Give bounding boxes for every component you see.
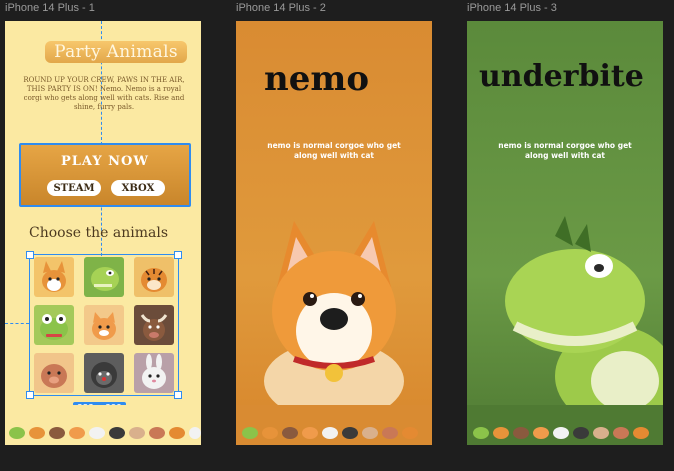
cat-icon[interactable] (84, 305, 124, 345)
selection-handle[interactable] (26, 391, 34, 399)
dino-icon[interactable] (84, 257, 124, 297)
pig-icon[interactable] (34, 353, 74, 393)
guide-horizontal (5, 323, 29, 324)
xbox-button[interactable]: XBOX (111, 180, 165, 196)
frame-home[interactable]: Party Animals ROUND UP YOUR CREW, PAWS I… (5, 21, 201, 445)
bunny-icon[interactable] (134, 353, 174, 393)
animal-strip (467, 405, 663, 445)
character-name: underbite (479, 59, 644, 94)
character-description: nemo is normal corgoe who get along well… (498, 141, 632, 160)
character-description: nemo is normal corgoe who get along well… (267, 141, 401, 160)
selection-handle[interactable] (26, 251, 34, 259)
frame-nemo[interactable]: nemo nemo is normal corgoe who get along… (236, 21, 432, 445)
animal-grid[interactable] (29, 254, 179, 396)
frame-label-3[interactable]: iPhone 14 Plus - 3 (467, 2, 557, 14)
moose-icon[interactable] (134, 305, 174, 345)
character-name: nemo (264, 59, 370, 99)
corgi-icon (254, 211, 414, 421)
frame-underbite[interactable]: underbite nemo is normal corgoe who get … (467, 21, 663, 445)
play-now-button[interactable]: PLAY NOW (21, 154, 189, 169)
tiger-icon[interactable] (134, 257, 174, 297)
frame-label-1[interactable]: iPhone 14 Plus - 1 (5, 2, 95, 14)
animal-strip (5, 405, 201, 445)
dino-icon (495, 206, 663, 426)
corgi-icon[interactable] (34, 257, 74, 297)
selection-handle[interactable] (174, 391, 182, 399)
play-now-panel[interactable]: PLAY NOW STEAM XBOX (19, 143, 191, 207)
intro-text: ROUND UP YOUR CREW, PAWS IN THE AIR, THI… (23, 76, 185, 111)
choose-animals-heading: Choose the animals (29, 225, 169, 241)
gorilla-icon[interactable] (84, 353, 124, 393)
frame-label-2[interactable]: iPhone 14 Plus - 2 (236, 2, 326, 14)
animal-strip (236, 405, 432, 445)
page-title: Party Animals (45, 41, 187, 63)
selection-handle[interactable] (174, 251, 182, 259)
frog-icon[interactable] (34, 305, 74, 345)
steam-button[interactable]: STEAM (47, 180, 101, 196)
